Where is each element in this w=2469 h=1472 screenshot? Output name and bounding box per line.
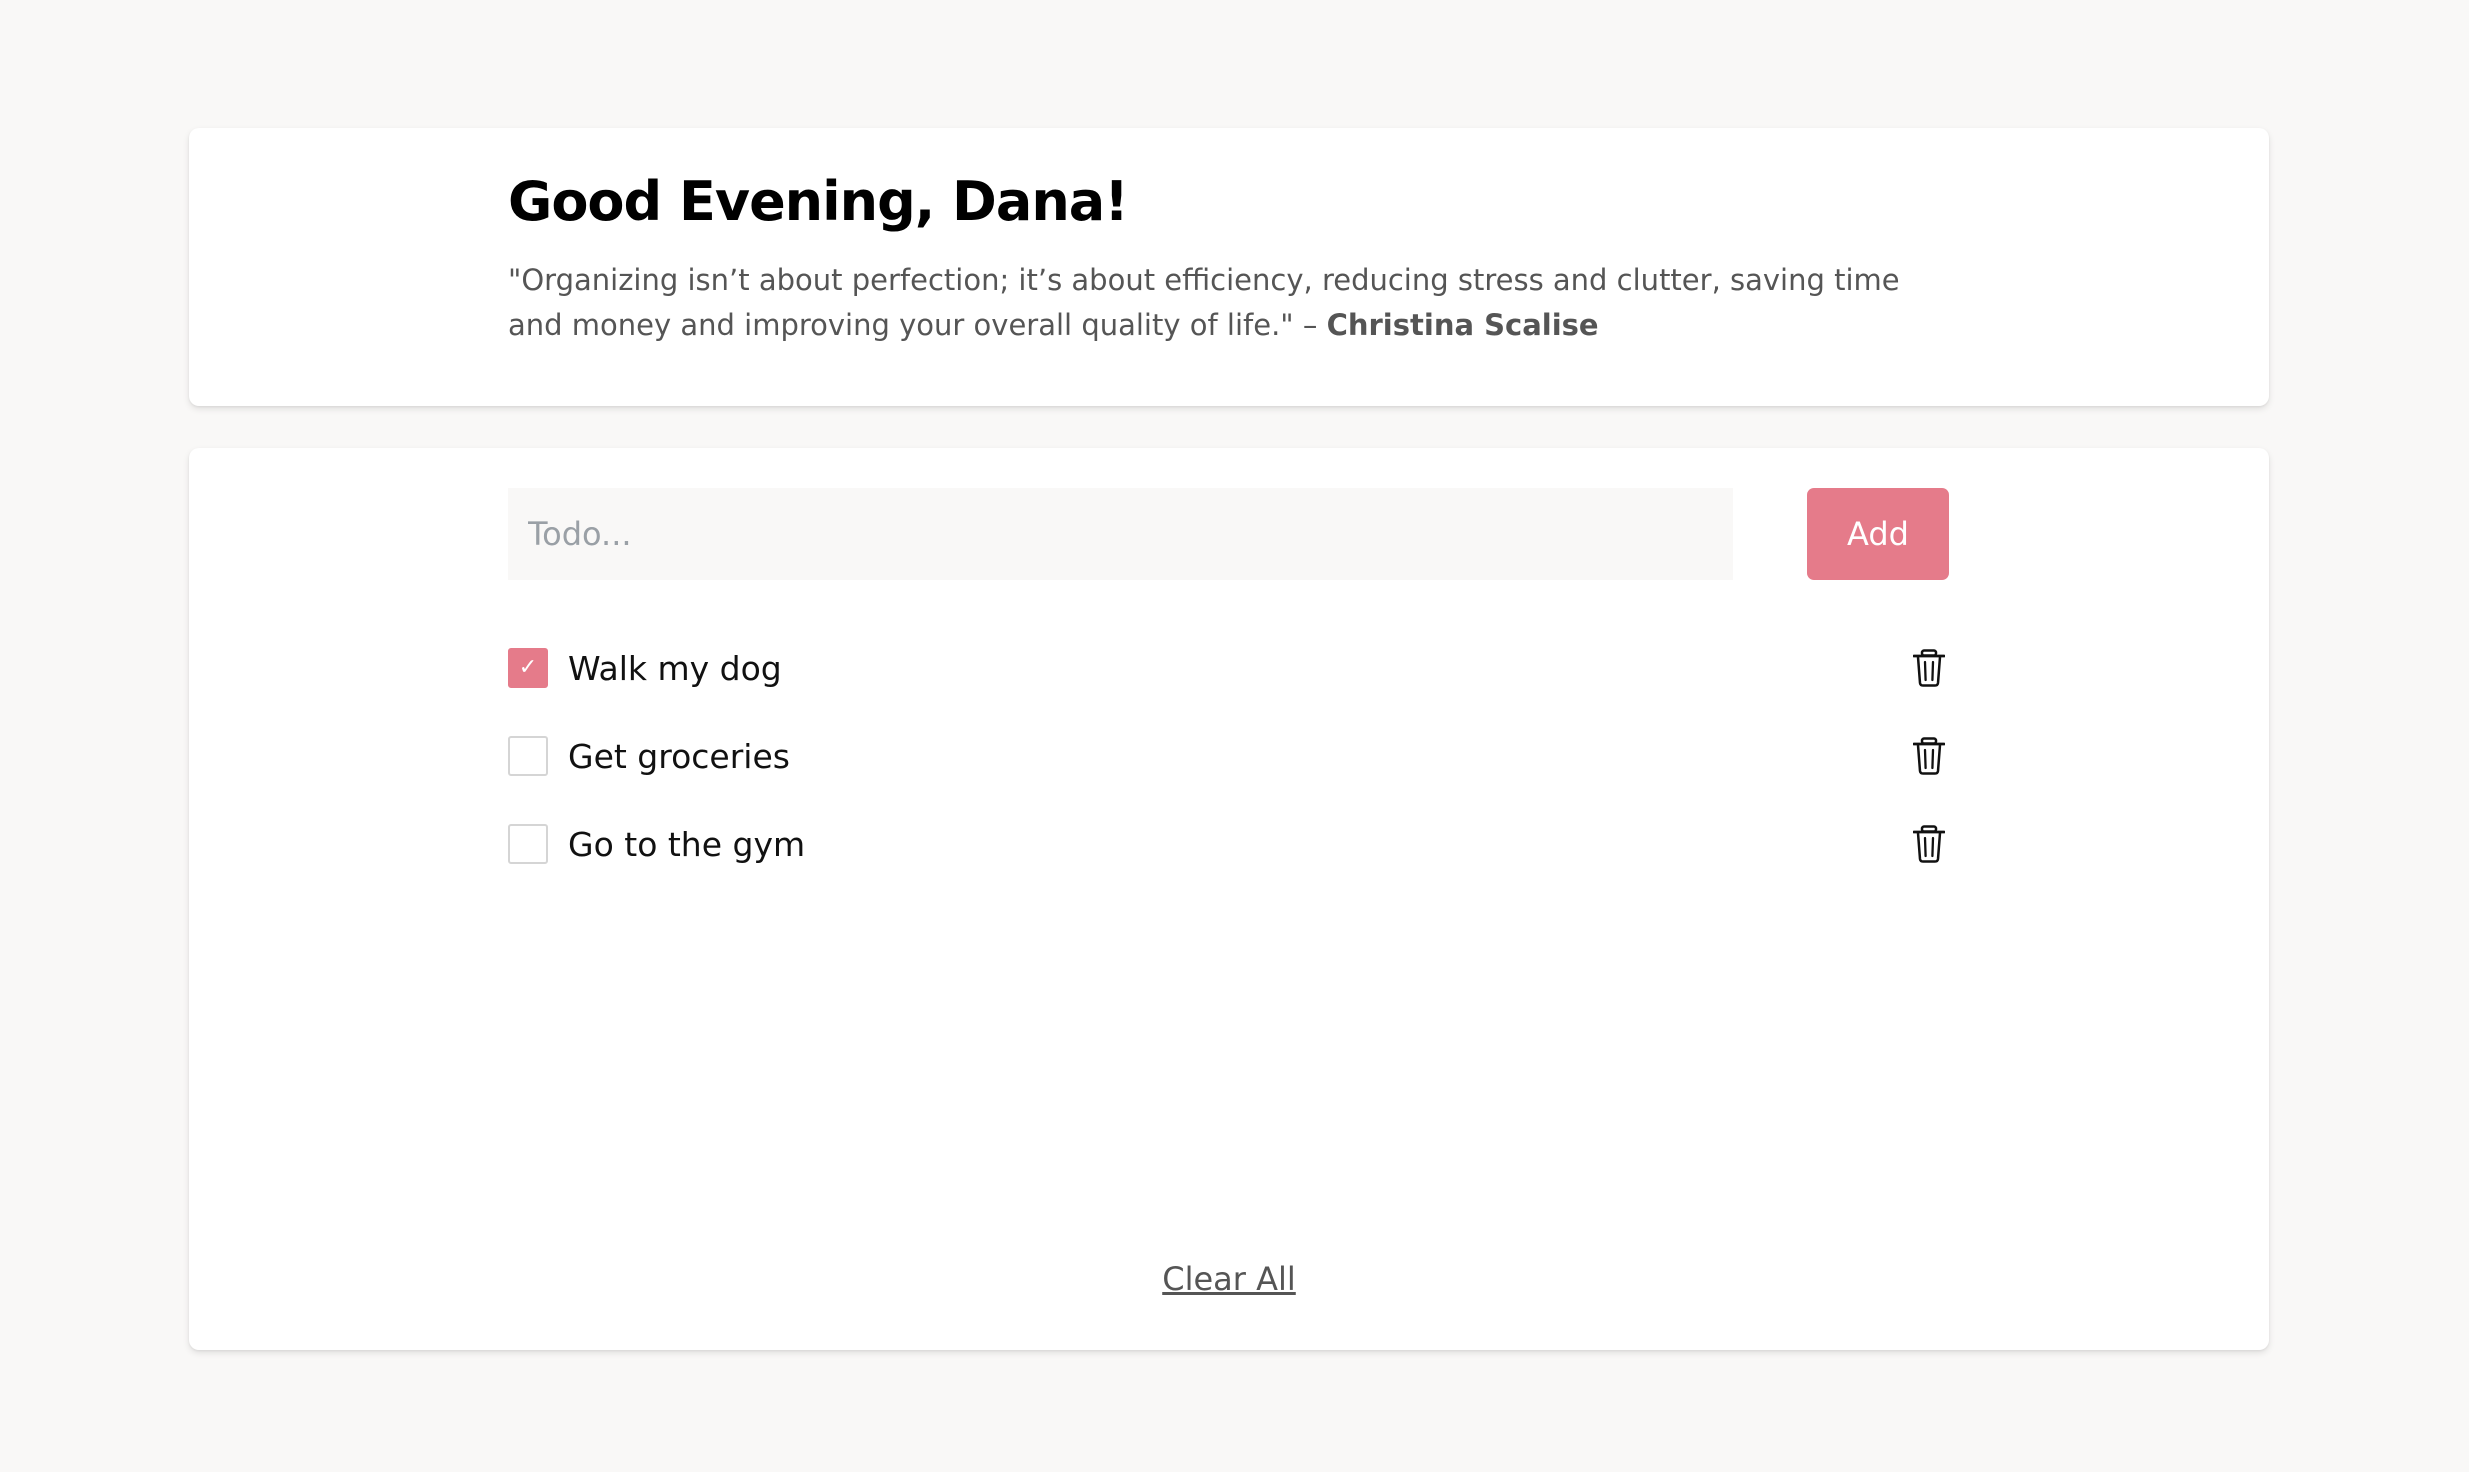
todo-item: Get groceries	[508, 712, 1949, 800]
todo-checkbox[interactable]: ✓	[508, 648, 548, 688]
clear-all-link[interactable]: Clear All	[1162, 1260, 1296, 1298]
todo-checkbox[interactable]	[508, 736, 548, 776]
todo-card: Add ✓ Walk my dog Get groceries	[189, 448, 2269, 1350]
quote-text: "Organizing isn’t about perfection; it’s…	[508, 263, 1900, 342]
todo-input[interactable]	[508, 488, 1733, 580]
todo-label: Go to the gym	[568, 824, 806, 864]
clear-all-container: Clear All	[189, 1260, 2269, 1298]
quote-author: Christina Scalise	[1326, 308, 1599, 342]
trash-icon	[1913, 825, 1945, 863]
todo-label: Get groceries	[568, 736, 790, 776]
checkmark-icon: ✓	[518, 655, 538, 680]
todo-checkbox[interactable]	[508, 824, 548, 864]
delete-button[interactable]	[1909, 824, 1949, 864]
delete-button[interactable]	[1909, 648, 1949, 688]
header-card: Good Evening, Dana! "Organizing isn’t ab…	[189, 128, 2269, 406]
trash-icon	[1913, 737, 1945, 775]
add-button[interactable]: Add	[1807, 488, 1949, 580]
todo-list: ✓ Walk my dog Get groceries Go to the gy…	[508, 624, 1949, 888]
todo-label: Walk my dog	[568, 648, 782, 688]
quote: "Organizing isn’t about perfection; it’s…	[508, 258, 1948, 348]
trash-icon	[1913, 649, 1945, 687]
greeting-title: Good Evening, Dana!	[508, 170, 1129, 233]
delete-button[interactable]	[1909, 736, 1949, 776]
todo-item: ✓ Walk my dog	[508, 624, 1949, 712]
todo-item: Go to the gym	[508, 800, 1949, 888]
